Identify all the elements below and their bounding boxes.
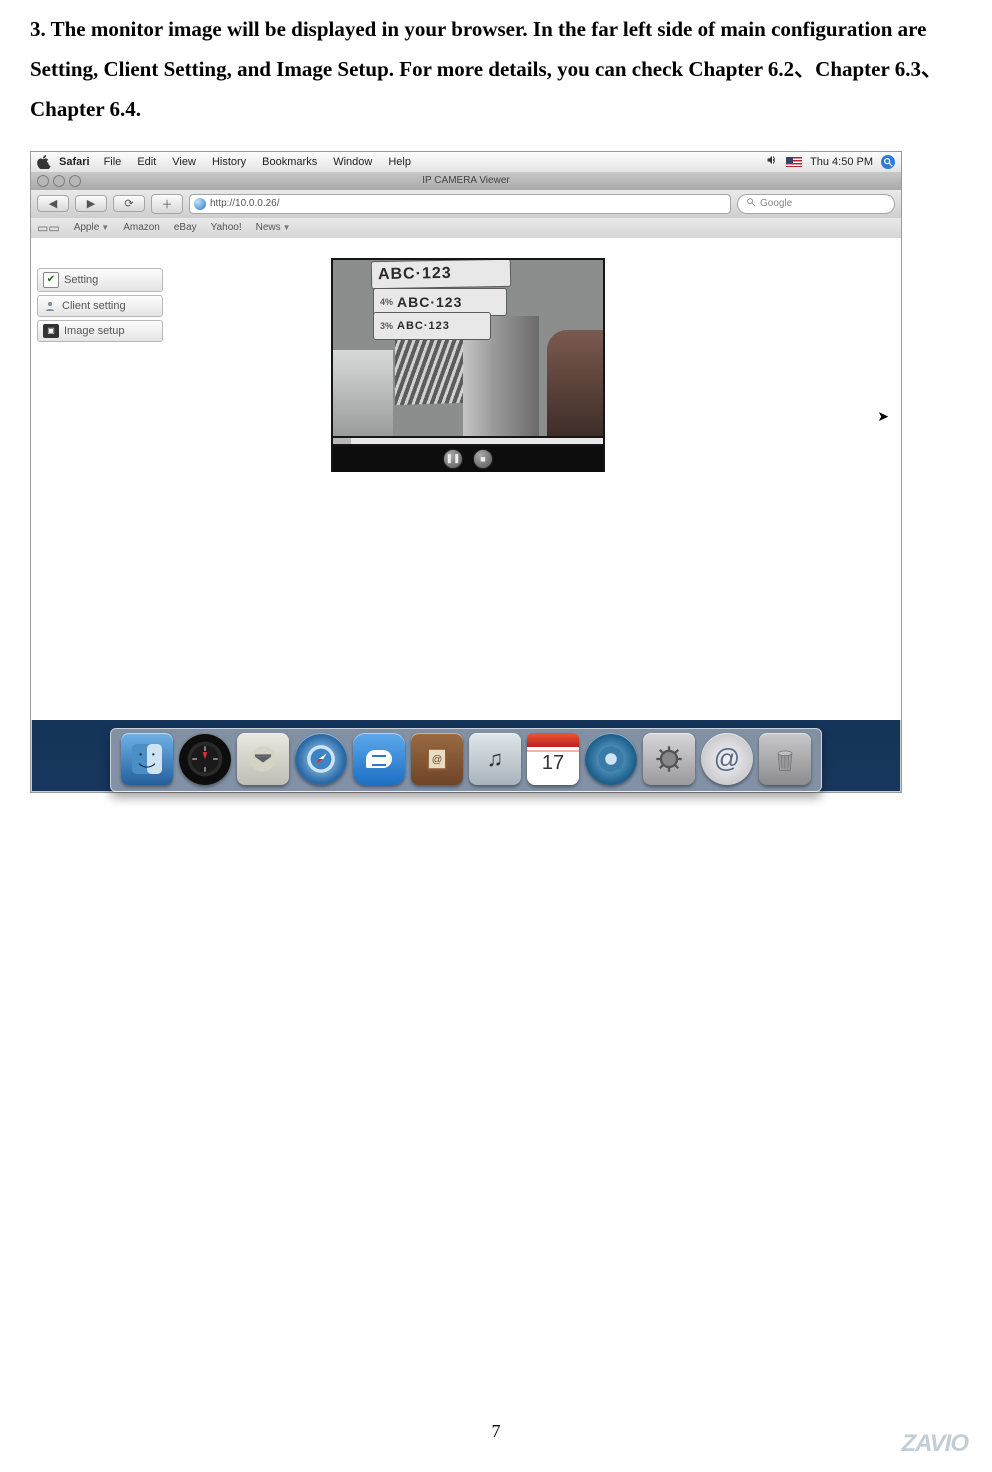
menu-edit[interactable]: Edit [137, 156, 156, 168]
footer-logo: ZAVIO [901, 1430, 968, 1458]
menu-help[interactable]: Help [388, 156, 411, 168]
menubar-app-name[interactable]: Safari [59, 156, 90, 168]
stop-button[interactable]: ■ [473, 449, 493, 469]
plate-reading-3: 3%ABC·123 [373, 312, 491, 340]
site-icon [194, 198, 206, 210]
bookmark-amazon[interactable]: Amazon [123, 222, 160, 233]
window-title: IP CAMERA Viewer [422, 175, 509, 186]
spotlight-icon[interactable] [881, 155, 895, 169]
dotmac-icon[interactable]: @ [701, 733, 753, 785]
input-flag-icon[interactable] [786, 157, 802, 167]
minimize-button[interactable] [53, 175, 65, 187]
menu-bookmarks[interactable]: Bookmarks [262, 156, 317, 168]
ical-day: 17 [542, 752, 564, 775]
at-icon: @ [714, 743, 740, 774]
window-titlebar: IP CAMERA Viewer [31, 172, 901, 191]
close-button[interactable] [37, 175, 49, 187]
address-book-icon[interactable]: @ [411, 733, 463, 785]
speech-bubble-icon [366, 750, 392, 768]
body-paragraph: 3. The monitor image will be displayed i… [30, 10, 962, 130]
bookmarks-icon[interactable]: ▭▭ [37, 221, 60, 235]
system-preferences-icon[interactable] [643, 733, 695, 785]
bookmark-ebay[interactable]: eBay [174, 222, 197, 233]
mac-screenshot: Safari File Edit View History Bookmarks … [30, 151, 902, 793]
user-icon [43, 299, 57, 313]
menu-file[interactable]: File [104, 156, 122, 168]
menu-view[interactable]: View [172, 156, 196, 168]
quicktime-icon[interactable] [585, 733, 637, 785]
forward-button[interactable]: ▶ [75, 195, 107, 212]
plate-reading-1: ABC·123 [371, 260, 511, 289]
macos-menubar: Safari File Edit View History Bookmarks … [31, 152, 901, 173]
itunes-icon[interactable]: ♫ [469, 733, 521, 785]
mouse-cursor-icon: ➤ [877, 408, 889, 425]
sidebar-client-setting[interactable]: Client setting [37, 295, 163, 317]
search-icon [746, 197, 756, 210]
address-url: http://10.0.0.26/ [210, 198, 280, 209]
sidebar-image-setup-label: Image setup [64, 325, 125, 337]
bookmark-news[interactable]: News▼ [256, 222, 291, 233]
safari-toolbar: ◀ ▶ ⟳ ＋ http://10.0.0.26/ Google [31, 190, 901, 219]
bookmarks-bar: ▭▭ Apple▼ Amazon eBay Yahoo! News▼ [31, 218, 901, 239]
music-note-icon: ♫ [487, 746, 504, 772]
bookmark-apple[interactable]: Apple▼ [74, 222, 110, 233]
video-controls: ❚❚ ■ [333, 446, 603, 472]
menu-window[interactable]: Window [333, 156, 372, 168]
ical-icon[interactable]: 17 [527, 733, 579, 785]
bookmark-yahoo[interactable]: Yahoo! [211, 222, 242, 233]
sidebar-client-setting-label: Client setting [62, 300, 126, 312]
trash-icon[interactable] [759, 733, 811, 785]
sidebar: ✔ Setting Client setting ▣ Image setup [37, 268, 163, 345]
image-icon: ▣ [43, 324, 59, 338]
safari-icon[interactable] [295, 733, 347, 785]
finder-icon[interactable] [121, 733, 173, 785]
volume-icon[interactable] [766, 154, 778, 169]
back-button[interactable]: ◀ [37, 195, 69, 212]
sidebar-setting[interactable]: ✔ Setting [37, 268, 163, 292]
camera-viewer: ABC·123 4%ABC·123 3%ABC·123 ❚❚ ■ [331, 258, 605, 472]
add-bookmark-button[interactable]: ＋ [151, 194, 183, 214]
menu-history[interactable]: History [212, 156, 246, 168]
page-content: ✔ Setting Client setting ▣ Image setup ➤ [31, 238, 901, 720]
svg-text:@: @ [432, 754, 443, 765]
sidebar-image-setup[interactable]: ▣ Image setup [37, 320, 163, 342]
video-feed: ABC·123 4%ABC·123 3%ABC·123 [333, 260, 603, 436]
page-number: 7 [0, 1421, 992, 1442]
pause-button[interactable]: ❚❚ [443, 449, 463, 469]
search-placeholder: Google [760, 198, 792, 209]
apple-logo-icon[interactable] [37, 155, 51, 169]
reload-button[interactable]: ⟳ [113, 195, 145, 212]
mail-icon[interactable] [237, 733, 289, 785]
video-scrollbar[interactable] [333, 438, 603, 444]
address-bar[interactable]: http://10.0.0.26/ [189, 194, 731, 214]
sidebar-setting-label: Setting [64, 274, 98, 286]
search-field[interactable]: Google [737, 194, 895, 214]
zoom-button[interactable] [69, 175, 81, 187]
check-icon: ✔ [43, 272, 59, 288]
dashboard-icon[interactable] [179, 733, 231, 785]
ichat-icon[interactable] [353, 733, 405, 785]
menubar-clock[interactable]: Thu 4:50 PM [810, 156, 873, 168]
dock: @ ♫ 17 @ [31, 722, 901, 792]
